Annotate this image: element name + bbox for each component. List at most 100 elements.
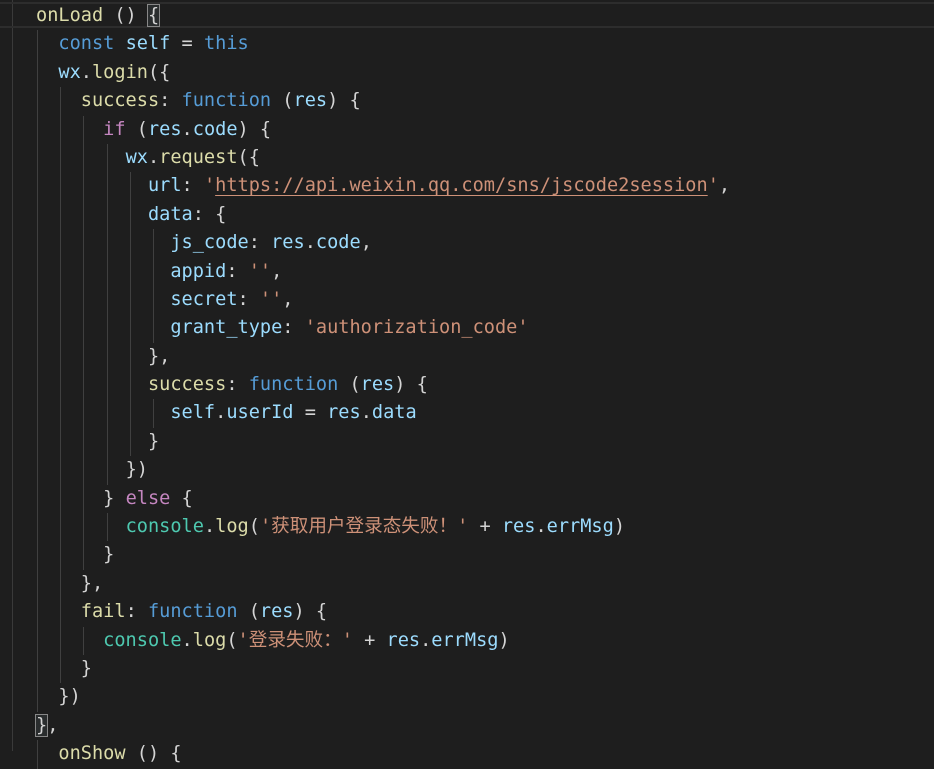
gutter-divider	[12, 0, 13, 751]
code-line[interactable]: onShow () {	[36, 740, 730, 769]
code-token: }	[103, 544, 115, 566]
indentation	[36, 488, 103, 509]
code-token: ,	[360, 232, 372, 254]
indent-guide	[60, 654, 62, 684]
code-line[interactable]: fail: function (res) {	[36, 598, 730, 627]
code-line[interactable]: console.log('获取用户登录态失败！' + res.errMsg)	[36, 513, 730, 542]
code-line[interactable]: })	[36, 456, 730, 485]
indent-guide	[83, 626, 85, 655]
indent-guide	[106, 143, 108, 173]
code-line[interactable]: } else {	[36, 484, 730, 514]
code-token: console	[125, 516, 204, 538]
code-token: ()	[103, 5, 148, 26]
code-line[interactable]: console.log('登录失败：' + res.errMsg)	[36, 626, 730, 655]
indent-guide	[37, 371, 38, 400]
code-token: res	[386, 629, 421, 651]
indent-guide	[129, 342, 131, 372]
code-line[interactable]: },	[36, 569, 730, 599]
code-line[interactable]: url: 'https://api.weixin.qq.com/sns/jsco…	[36, 172, 730, 201]
code-token: )	[613, 516, 626, 538]
code-line[interactable]: js_code: res.code,	[36, 229, 730, 258]
indent-guide	[37, 513, 38, 542]
code-line[interactable]: success: function (res) {	[36, 371, 730, 400]
indent-guide	[83, 172, 85, 201]
code-line[interactable]: if (res.code) {	[36, 115, 730, 144]
code-token: ) {	[237, 118, 272, 140]
indent-guide	[153, 285, 154, 315]
code-line[interactable]: appid: '',	[36, 257, 730, 286]
indent-guide	[60, 484, 62, 514]
indent-guide	[37, 314, 38, 343]
code-token: appid	[170, 260, 227, 282]
code-token: res	[293, 90, 328, 112]
code-token: :	[248, 232, 272, 254]
indent-guide	[83, 427, 85, 457]
code-line[interactable]: success: function (res) {	[36, 87, 730, 116]
code-line[interactable]: wx.request({	[36, 143, 730, 173]
indentation	[36, 516, 126, 537]
indentation	[36, 601, 81, 622]
indent-guide	[60, 342, 62, 372]
indent-guide	[60, 87, 62, 116]
code-line[interactable]: },	[36, 342, 730, 372]
code-line[interactable]: self.userId = res.data	[36, 399, 730, 428]
code-line[interactable]: wx.login({	[36, 58, 730, 88]
code-token: '	[707, 175, 719, 197]
code-token: ,	[282, 288, 294, 310]
code-line[interactable]: data: {	[36, 200, 730, 230]
code-token: ) {	[293, 601, 328, 623]
indent-guide	[37, 200, 38, 230]
code-token: log	[192, 629, 227, 651]
indentation	[36, 62, 58, 83]
indent-guide	[37, 654, 38, 684]
indentation	[36, 544, 103, 565]
matched-bracket: }	[34, 713, 49, 737]
indent-guide	[37, 342, 38, 372]
indent-guide	[60, 257, 62, 286]
code-token: errMsg	[431, 629, 499, 651]
code-line[interactable]: })	[36, 683, 730, 712]
code-line[interactable]: onLoad () {	[36, 2, 730, 30]
code-token: .	[304, 232, 316, 254]
code-token: .	[181, 118, 193, 140]
code-token: :	[226, 260, 249, 282]
code-editor[interactable]: onLoad () { const self = this wx.login({…	[0, 0, 934, 769]
code-token: )	[498, 629, 510, 651]
code-token: :	[282, 317, 305, 339]
indent-guide	[129, 285, 131, 315]
indent-guide	[153, 229, 154, 258]
code-line[interactable]: }	[36, 427, 730, 457]
indent-guide	[106, 314, 108, 343]
code-token: () {	[125, 743, 182, 765]
code-line[interactable]: const self = this	[36, 30, 730, 59]
code-token: success	[80, 90, 160, 112]
indent-guide	[60, 115, 62, 144]
indent-guide	[37, 740, 38, 769]
code-token: code	[192, 118, 238, 140]
code-token: ({	[147, 61, 171, 83]
code-content[interactable]: onLoad () { const self = this wx.login({…	[34, 2, 730, 769]
code-line[interactable]: }	[36, 541, 730, 570]
indent-guide	[37, 626, 38, 655]
code-line[interactable]: }	[36, 654, 730, 684]
code-token: ({	[237, 146, 260, 168]
indent-guide	[83, 541, 85, 570]
code-line[interactable]: grant_type: 'authorization_code'	[36, 314, 730, 343]
code-token: this	[203, 33, 249, 55]
code-token: (	[248, 516, 260, 538]
indentation	[36, 459, 126, 480]
indentation	[36, 743, 58, 764]
indentation	[36, 175, 148, 196]
url-link[interactable]: https://api.weixin.qq.com/sns/jscode2ses…	[215, 175, 708, 196]
code-line[interactable]: secret: '',	[36, 285, 730, 315]
indent-guide	[106, 172, 108, 201]
code-token: .	[360, 402, 372, 424]
code-token: (	[338, 374, 361, 396]
matched-bracket: {	[146, 4, 161, 27]
code-line[interactable]: },	[34, 712, 730, 740]
indent-guide	[60, 626, 62, 655]
code-token: data	[371, 402, 417, 424]
indent-guide	[106, 342, 108, 372]
code-token: if	[103, 118, 126, 140]
indentation	[36, 346, 148, 367]
